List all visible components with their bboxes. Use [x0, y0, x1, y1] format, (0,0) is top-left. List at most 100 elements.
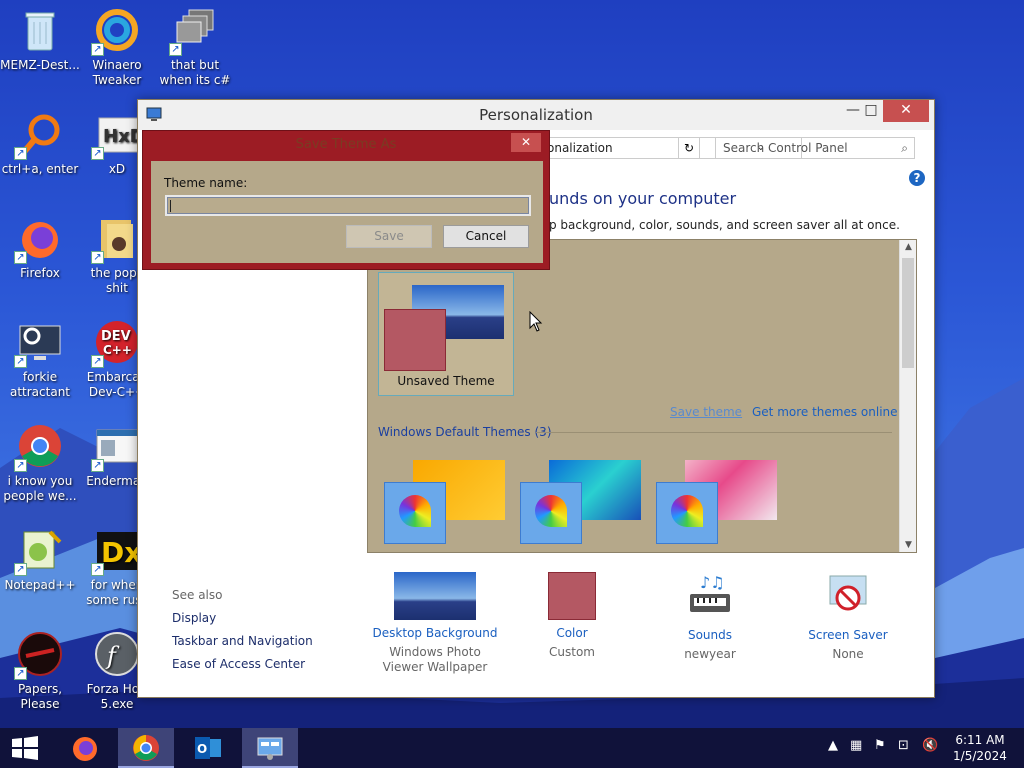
sounds-item[interactable]: ♪♫ Sounds newyear [645, 572, 775, 662]
close-button[interactable]: ✕ [883, 100, 929, 122]
color-palette-icon [535, 495, 567, 527]
dx-icon: Dx ↗ [91, 526, 142, 576]
save-button[interactable]: Save [346, 225, 432, 248]
theme-palette-swatch [384, 482, 446, 544]
shortcut-arrow-icon: ↗ [91, 563, 104, 576]
theme-name-label: Theme name: [164, 176, 248, 190]
desktop-icon-firefox[interactable]: ↗ Firefox [0, 208, 80, 281]
themes-panel: Unsaved Theme Save theme Get more themes… [367, 239, 917, 553]
outlook-icon: O [195, 737, 221, 759]
themes-scrollbar[interactable]: ▲ ▼ [899, 240, 916, 552]
desktop-icon-notepadpp[interactable]: ↗ Notepad++ [0, 520, 80, 593]
dialog-close-button[interactable]: ✕ [511, 133, 541, 152]
windows-logo-icon [12, 736, 38, 760]
start-button[interactable] [0, 728, 52, 768]
svg-text:HxD: HxD [103, 126, 141, 147]
screen-saver-icon [783, 572, 913, 622]
magnifier-icon: ↗ [14, 110, 64, 160]
help-button[interactable]: ? [909, 170, 925, 186]
theme-windows[interactable] [380, 455, 505, 550]
refresh-button[interactable]: ↻ [678, 137, 700, 159]
unsaved-theme-tile[interactable]: Unsaved Theme [378, 272, 514, 396]
svg-text:O: O [197, 742, 207, 756]
devcpp-icon: DEV C++ ↗ [91, 318, 141, 368]
desktop-icon-memz[interactable]: MEMZ-Dest... [0, 0, 80, 73]
desktop-icon-chrome[interactable]: ↗ i know you people we... [0, 416, 80, 504]
dialog-body: Theme name: Save Cancel [151, 161, 543, 263]
save-theme-link[interactable]: Save theme [670, 405, 742, 419]
theme-palette-swatch [520, 482, 582, 544]
folder-music-icon: ↗ [91, 214, 141, 264]
taskbar-navigation-link[interactable]: Taskbar and Navigation [172, 634, 313, 648]
theme-palette-swatch [656, 482, 718, 544]
volume-muted-icon[interactable]: 🔇 [922, 738, 938, 753]
windows-stack-icon: ↗ [169, 6, 219, 56]
search-input[interactable]: Search Control Panel ⌕ [715, 137, 915, 159]
papers-please-icon: ↗ [14, 630, 64, 680]
flash-icon: f [93, 630, 141, 678]
cancel-button[interactable]: Cancel [443, 225, 529, 248]
system-clock[interactable]: 6:11 AM 1/5/2024 [950, 732, 1010, 764]
firefox-icon [73, 737, 97, 761]
color-swatch-icon [548, 572, 596, 620]
svg-text:DEV: DEV [101, 329, 131, 344]
shortcut-arrow-icon: ↗ [91, 251, 104, 264]
desktop-icon-ctrla[interactable]: ↗ ctrl+a, enter [0, 104, 80, 177]
notepadpp-icon: ↗ [14, 526, 64, 576]
window-titlebar[interactable]: Personalization — □ ✕ [138, 100, 934, 130]
clock-date: 1/5/2024 [953, 749, 1007, 763]
theme-name-input[interactable] [165, 195, 531, 216]
scroll-thumb[interactable] [902, 258, 914, 368]
svg-text:C++: C++ [103, 343, 132, 357]
device-icon[interactable]: ⊡ [898, 738, 909, 753]
shortcut-arrow-icon: ↗ [14, 355, 27, 368]
recycle-bin-icon [16, 6, 64, 54]
monitor-gear-icon: ↗ [14, 318, 64, 368]
dialog-title: Save Theme As [295, 137, 397, 152]
taskbar-control-panel[interactable] [242, 728, 298, 768]
shortcut-arrow-icon: ↗ [91, 43, 104, 56]
shortcut-arrow-icon: ↗ [169, 43, 182, 56]
screen-saver-item[interactable]: Screen Saver None [783, 572, 913, 662]
theme-lines-colors[interactable] [516, 455, 641, 550]
firefox-icon: ↗ [14, 214, 64, 264]
scroll-up-icon[interactable]: ▲ [900, 242, 916, 252]
shortcut-arrow-icon: ↗ [14, 563, 27, 576]
chrome-icon [133, 735, 159, 761]
shortcut-arrow-icon: ↗ [14, 147, 27, 160]
hxd-icon: HxD ↗ [91, 110, 145, 160]
desktop-icon-csharp[interactable]: ↗ that but when its c# [155, 0, 235, 88]
desktop-background-thumbnail [394, 572, 476, 620]
action-center-flag-icon[interactable]: ⚑ [874, 738, 886, 753]
ease-of-access-link[interactable]: Ease of Access Center [172, 657, 305, 671]
get-more-themes-link[interactable]: Get more themes online [752, 405, 898, 419]
text-caret [170, 200, 171, 212]
taskbar-chrome[interactable] [118, 728, 174, 768]
chrome-icon: ↗ [14, 422, 64, 472]
shortcut-arrow-icon: ↗ [14, 667, 27, 680]
divider [536, 432, 892, 433]
maximize-button[interactable]: □ [856, 100, 886, 122]
color-palette-icon [399, 495, 431, 527]
unsaved-theme-label: Unsaved Theme [397, 374, 495, 388]
shortcut-arrow-icon: ↗ [91, 459, 104, 472]
mouse-pointer-icon [529, 311, 543, 332]
theme-flowers[interactable] [652, 455, 777, 550]
desktop-icon-papers[interactable]: ↗ Papers, Please [0, 624, 80, 712]
taskbar-firefox[interactable] [57, 728, 113, 768]
desktop-icon-forkie[interactable]: ↗ forkie attractant [0, 312, 80, 400]
svg-text:Dx: Dx [101, 536, 141, 569]
desktop-background-item[interactable]: Desktop Background Windows Photo Viewer … [370, 572, 500, 675]
display-link[interactable]: Display [172, 611, 216, 625]
shortcut-arrow-icon: ↗ [14, 251, 27, 264]
taskbar-outlook[interactable]: O [180, 728, 236, 768]
scroll-down-icon[interactable]: ▼ [900, 540, 916, 550]
desktop-icon-winaero[interactable]: ↗ Winaero Tweaker [77, 0, 157, 88]
window-app-icon: ↗ [91, 422, 141, 472]
color-item[interactable]: Color Custom [507, 572, 637, 660]
show-hidden-icons-icon[interactable]: ▲ [828, 738, 838, 753]
save-theme-dialog: Save Theme As ✕ Theme name: Save Cancel [142, 130, 550, 270]
network-icon[interactable]: ▦ [850, 738, 862, 753]
shortcut-arrow-icon: ↗ [91, 147, 104, 160]
default-themes-header: Windows Default Themes (3) [378, 425, 552, 439]
